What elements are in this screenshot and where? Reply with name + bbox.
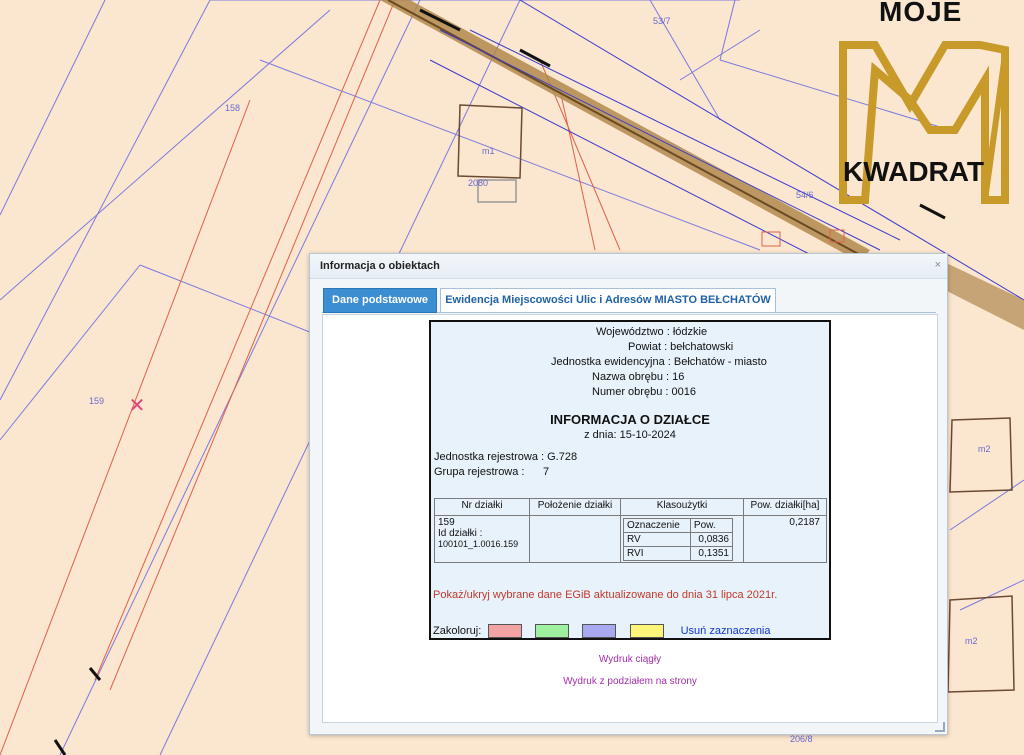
color-swatch-green[interactable]: [535, 624, 570, 638]
registration-unit: Jednostka ewidencyjna : Bełchatów - mias…: [551, 356, 767, 368]
voivodeship: Województwo : łódzkie: [596, 326, 708, 338]
info-date: z dnia: 15-10-2024: [584, 429, 676, 441]
logo-text-moje: MOJE: [879, 0, 963, 27]
tab-basic-data[interactable]: Dane podstawowe: [323, 288, 437, 313]
building-label-m1: m1: [482, 146, 495, 156]
register-unit: Jednostka rejestrowa : G.728: [434, 451, 578, 463]
color-swatch-red[interactable]: [488, 624, 523, 638]
col-location: Położenie działki: [529, 498, 621, 516]
tab-content: Województwo : łódzkie Powiat : bełchatow…: [322, 314, 938, 723]
land-use-header-area: Pow.: [689, 518, 734, 533]
tab-emuia-belchatow[interactable]: Ewidencja Miejscowości Ulic i Adresów MI…: [440, 288, 776, 312]
resize-handle[interactable]: [935, 722, 945, 732]
precinct-name: Nazwa obrębu : 16: [592, 371, 685, 383]
county: Powiat : bełchatowski: [628, 341, 734, 353]
egib-toggle-link[interactable]: Pokaż/ukryj wybrane dane EGiB aktualizow…: [433, 589, 777, 601]
parcel-info-card: Województwo : łódzkie Powiat : bełchatow…: [429, 320, 831, 640]
col-land-use: Klasoużytki: [620, 498, 744, 516]
land-use-code: RVI: [623, 546, 691, 561]
dialog-title: Informacja o obiektach: [320, 260, 440, 272]
parcel-label-158: 158: [225, 103, 241, 113]
land-use-area: 0,0836: [689, 532, 734, 547]
object-info-dialog: Informacja o obiektach × Dane podstawowe…: [309, 253, 948, 735]
parcel-label-159: 159: [89, 396, 105, 406]
land-use-area: 0,1351: [689, 546, 734, 561]
parcel-table: Nr działki Położenie działki Klasoużytki…: [434, 498, 827, 563]
table-header-row: Nr działki Położenie działki Klasoużytki…: [434, 498, 827, 516]
color-swatch-yellow[interactable]: [629, 624, 664, 638]
parcel-location: [529, 515, 621, 563]
color-swatch-blue[interactable]: [582, 624, 617, 638]
parcel-label-53-7: 53/7: [653, 16, 671, 26]
table-row: RV 0,0836: [623, 532, 734, 547]
tab-bar: Dane podstawowe Ewidencja Miejscowości U…: [322, 288, 936, 313]
colorize-bar: Zakoloruj: Usuń zaznaczenia: [433, 624, 771, 638]
parcel-label-54-6: 54/6: [796, 190, 814, 200]
building-label-m2: m2: [965, 636, 978, 646]
parcel-id-label: Id działki :: [438, 528, 483, 539]
col-area: Pow. działki[ha]: [743, 498, 827, 516]
location-marker-icon: ✕: [128, 395, 146, 417]
land-use-code: RV: [623, 532, 691, 547]
building-label-m2: m2: [978, 444, 991, 454]
dialog-header[interactable]: Informacja o obiektach ×: [310, 254, 947, 279]
logo: MOJE KWADRAT: [835, 0, 1024, 205]
print-paged-link[interactable]: Wydruk z podziałem na strony: [323, 676, 937, 687]
parcel-id-value: 100101_1.0016.159: [438, 539, 519, 549]
close-icon[interactable]: ×: [935, 259, 941, 271]
parcel-number: 159: [438, 517, 455, 528]
clear-selection-link[interactable]: Usuń zaznaczenia: [681, 625, 771, 637]
land-use-header-code: Oznaczenie: [623, 518, 691, 533]
register-group-value: 7: [543, 466, 550, 478]
info-title: INFORMACJA O DZIAŁCE: [550, 412, 710, 427]
colorize-label: Zakoloruj:: [433, 624, 482, 637]
print-continuous-link[interactable]: Wydruk ciągły: [323, 654, 937, 665]
col-nr: Nr działki: [434, 498, 530, 516]
register-group-label: Grupa rejestrowa :: [434, 466, 525, 478]
precinct-number: Numer obrębu : 0016: [592, 386, 696, 398]
parcel-label-2080: 2080: [468, 178, 489, 188]
logo-text-kwadrat: KWADRAT: [843, 156, 985, 187]
parcel-label-206-8: 206/8: [790, 734, 813, 744]
table-row: RVI 0,1351: [623, 546, 734, 561]
table-row: 159 Id działki : 100101_1.0016.159 Oznac…: [434, 515, 827, 563]
land-use-table: Oznaczenie Pow. RV 0,0836 RVI 0,1351: [623, 518, 734, 561]
parcel-area: 0,2187: [743, 515, 827, 563]
